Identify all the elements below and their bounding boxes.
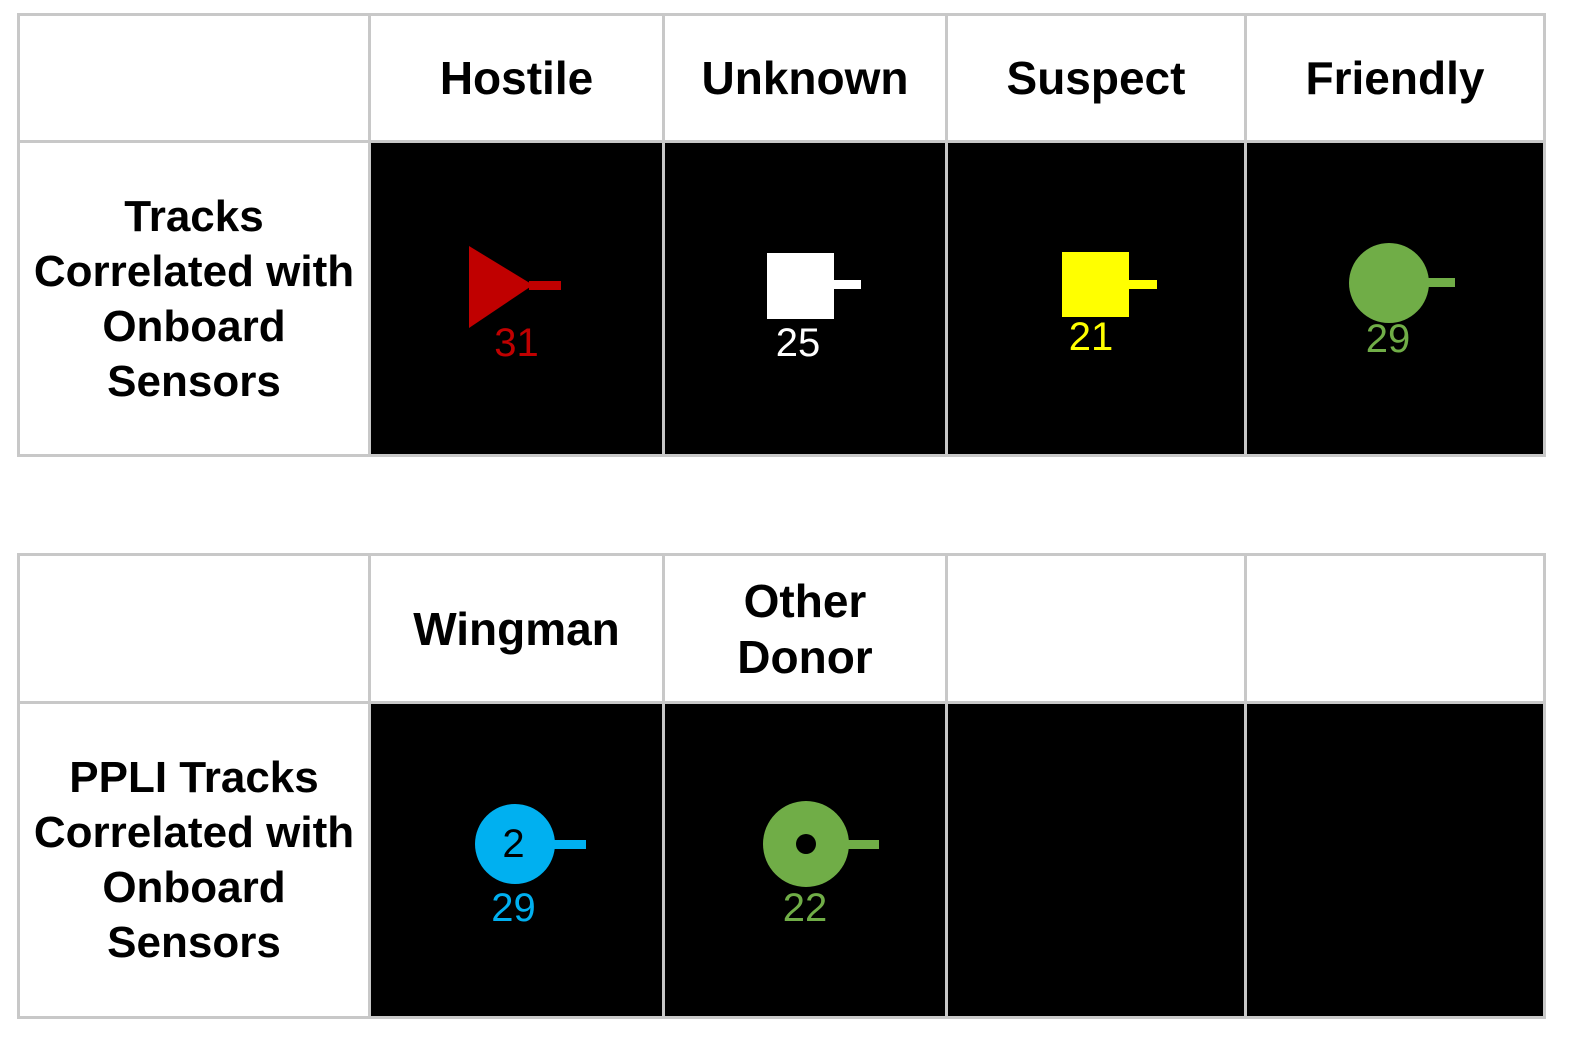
square-icon — [767, 253, 861, 319]
circle-icon — [1349, 243, 1455, 323]
empty-cell-3 — [945, 701, 1247, 1019]
column-header-friendly: Friendly — [1244, 13, 1546, 143]
triangle-icon — [469, 246, 561, 328]
corner-cell — [17, 553, 371, 704]
track-symbol-table: Hostile Unknown Suspect Friendly Tracks … — [17, 13, 1546, 457]
ppli-symbol-table: Wingman Other Donor PPLI Tracks Correlat… — [17, 553, 1546, 1019]
column-header-hostile: Hostile — [368, 13, 665, 143]
unknown-cell: 25 — [662, 140, 948, 457]
square-icon — [1062, 252, 1157, 317]
column-header-empty-4 — [1244, 553, 1546, 704]
hostile-track-number: 31 — [494, 321, 539, 365]
suspect-track-number: 21 — [1068, 315, 1114, 359]
wingman-cell: 2 29 — [368, 701, 665, 1019]
circle-with-dot-icon — [763, 801, 879, 887]
column-header-suspect: Suspect — [945, 13, 1247, 143]
other-donor-cell: 22 — [662, 701, 948, 1019]
empty-cell-4 — [1244, 701, 1546, 1019]
corner-cell — [17, 13, 371, 143]
column-header-empty-3 — [945, 553, 1247, 704]
wingman-inner-label: 2 — [502, 822, 525, 866]
column-header-other-donor: Other Donor — [662, 553, 948, 704]
friendly-cell: 29 — [1244, 140, 1546, 457]
suspect-cell: 21 — [945, 140, 1247, 457]
column-header-unknown: Unknown — [662, 13, 948, 143]
other-donor-track-number: 22 — [782, 886, 828, 930]
friendly-track-number: 29 — [1365, 317, 1411, 361]
column-header-wingman: Wingman — [368, 553, 665, 704]
other-donor-label: Other Donor — [737, 574, 873, 683]
row-header-tracks: Tracks Correlated with Onboard Sensors — [17, 140, 371, 457]
wingman-track-number: 29 — [491, 886, 536, 930]
row-header-ppli-tracks: PPLI Tracks Correlated with Onboard Sens… — [17, 701, 371, 1019]
hostile-cell: 31 — [368, 140, 665, 457]
unknown-track-number: 25 — [775, 321, 821, 365]
